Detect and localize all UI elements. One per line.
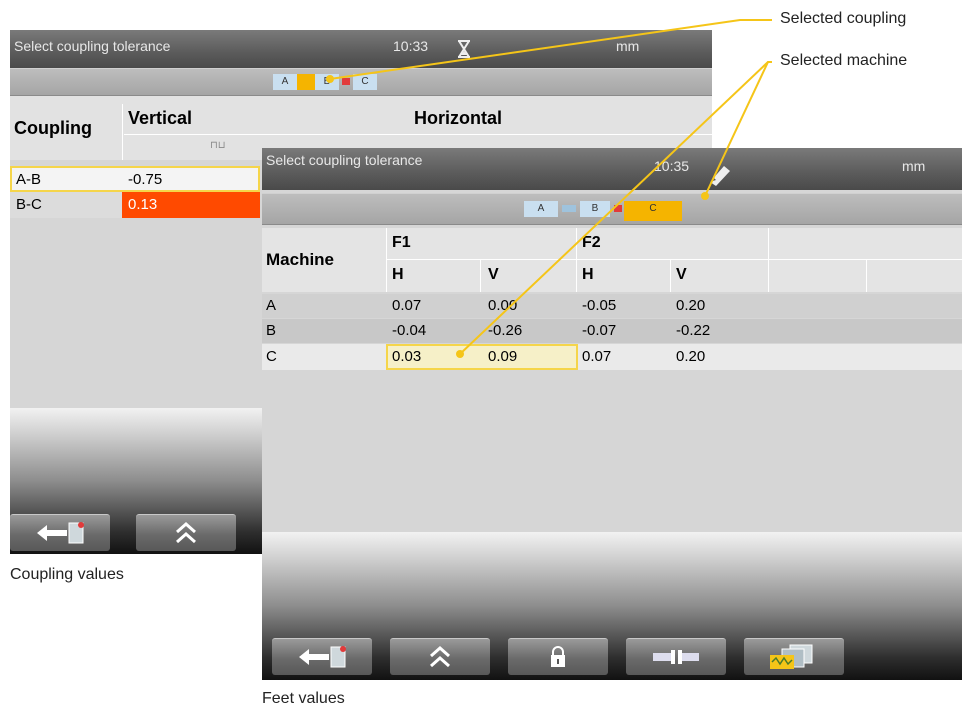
leader-line-coupling	[329, 19, 772, 80]
leader-line-machine-chip	[704, 61, 772, 197]
leader-lines	[326, 19, 772, 358]
leader-dot-machine-chip	[701, 192, 709, 200]
leader-line-machine-row	[459, 61, 769, 355]
leader-dot-machine-row	[456, 350, 464, 358]
leader-dot-coupling	[326, 75, 334, 83]
